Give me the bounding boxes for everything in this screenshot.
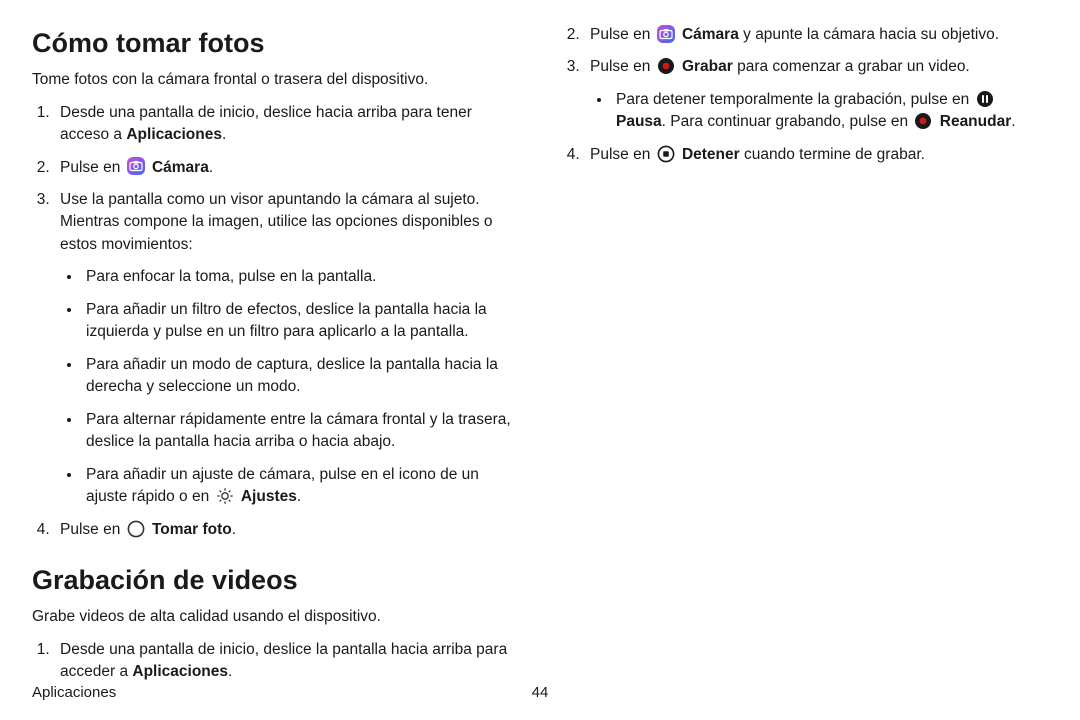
text: .: [222, 126, 226, 143]
vstep-2: Pulse en Cámara y apunte la cámara hacia…: [584, 24, 1048, 46]
heading-take-photos: Cómo tomar fotos: [32, 24, 518, 63]
camera-app-icon: [127, 157, 145, 175]
text: Pulse en: [60, 521, 125, 538]
text: Pulse en: [590, 146, 655, 163]
text: .: [209, 159, 213, 176]
vsubsteps: Para detener temporalmente la grabación,…: [590, 89, 1048, 134]
bold-camara: Cámara: [682, 26, 739, 43]
text: .: [228, 663, 232, 680]
text: Pulse en: [590, 58, 655, 75]
text: Pulse en: [60, 159, 125, 176]
text: Para detener temporalmente la grabación,…: [616, 91, 974, 108]
text: Pulse en: [590, 26, 655, 43]
bold-aplicaciones: Aplicaciones: [126, 126, 222, 143]
text: y apunte la cámara hacia su objetivo.: [739, 26, 999, 43]
bold-reanudar: Reanudar: [940, 113, 1012, 130]
resume-record-icon: [914, 112, 932, 130]
intro-take-photos: Tome fotos con la cámara frontal o trase…: [32, 69, 518, 91]
bold-detener: Detener: [682, 146, 740, 163]
shutter-icon: [127, 520, 145, 538]
bold-aplicaciones: Aplicaciones: [132, 663, 228, 680]
text: . Para continuar grabando, pulse en: [662, 113, 913, 130]
text: .: [297, 488, 301, 505]
intro-record-video: Grabe videos de alta calidad usando el d…: [32, 606, 518, 628]
text: Use la pantalla como un visor apuntando …: [60, 191, 493, 253]
gear-icon: [216, 487, 234, 505]
bold-grabar: Grabar: [682, 58, 733, 75]
bold-camara: Cámara: [152, 159, 209, 176]
substeps: Para enfocar la toma, pulse en la pantal…: [60, 266, 518, 508]
vstep-1: Desde una pantalla de inicio, deslice la…: [54, 639, 518, 684]
bullet-settings: Para añadir un ajuste de cámara, pulse e…: [82, 464, 518, 509]
bullet-switch-camera: Para alternar rápidamente entre la cámar…: [82, 409, 518, 454]
footer-section-label: Aplicaciones: [32, 682, 116, 704]
bold-tomar-foto: Tomar foto: [152, 521, 232, 538]
bold-ajustes: Ajustes: [241, 488, 297, 505]
step-3: Use la pantalla como un visor apuntando …: [54, 189, 518, 509]
step-2: Pulse en Cámara.: [54, 157, 518, 179]
stop-icon: [657, 145, 675, 163]
bullet-focus: Para enfocar la toma, pulse en la pantal…: [82, 266, 518, 288]
pause-icon: [976, 90, 994, 108]
footer-page-number: 44: [532, 682, 549, 704]
step-4: Pulse en Tomar foto.: [54, 519, 518, 541]
record-icon: [657, 57, 675, 75]
text: cuando termine de grabar.: [740, 146, 925, 163]
vstep-4: Pulse en Detener cuando termine de graba…: [584, 144, 1048, 166]
text: para comenzar a grabar un video.: [733, 58, 970, 75]
camera-app-icon: [657, 25, 675, 43]
text: .: [1011, 113, 1015, 130]
bullet-mode: Para añadir un modo de captura, deslice …: [82, 354, 518, 399]
text: Desde una pantalla de inicio, deslice la…: [60, 641, 507, 680]
vstep-3: Pulse en Grabar para comenzar a grabar u…: [584, 56, 1048, 133]
bold-pausa: Pausa: [616, 113, 662, 130]
steps-take-photos: Desde una pantalla de inicio, deslice ha…: [32, 102, 518, 542]
bullet-pause-resume: Para detener temporalmente la grabación,…: [612, 89, 1048, 134]
text: .: [232, 521, 236, 538]
step-1: Desde una pantalla de inicio, deslice ha…: [54, 102, 518, 147]
bullet-filter: Para añadir un filtro de efectos, deslic…: [82, 299, 518, 344]
text: Desde una pantalla de inicio, deslice ha…: [60, 104, 472, 143]
heading-record-video: Grabación de videos: [32, 561, 518, 600]
